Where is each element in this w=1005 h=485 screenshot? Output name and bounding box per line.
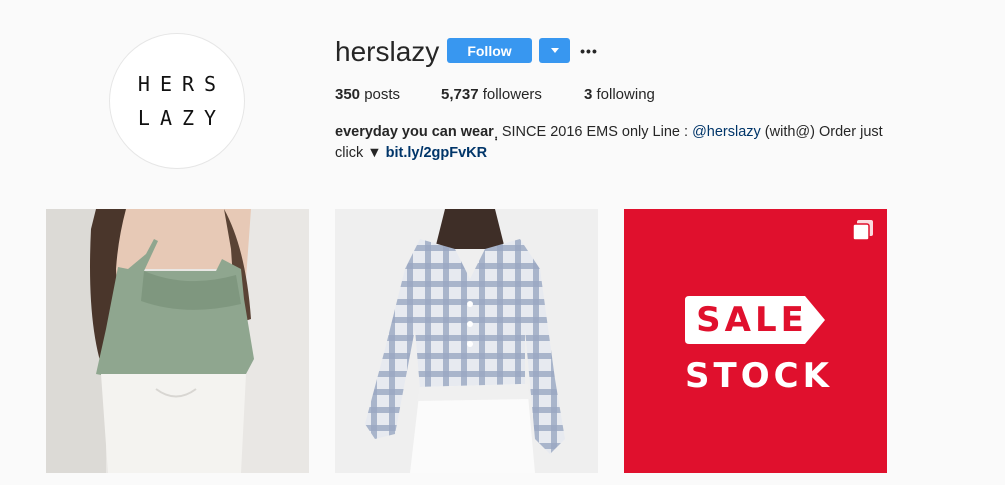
multi-photo-icon [852, 220, 873, 241]
bio-website-link[interactable]: bit.ly/2gpFvKR [386, 145, 488, 161]
followers-link[interactable]: 5,737 followers [441, 86, 542, 104]
sale-label: SALE [696, 300, 808, 340]
bio-mention-link[interactable]: @herslazy [692, 124, 761, 140]
suggested-dropdown-button[interactable] [539, 38, 570, 63]
follow-button[interactable]: Follow [447, 38, 532, 63]
posts-stat: 350 posts [335, 86, 400, 104]
ellipsis-icon: ••• [580, 42, 598, 59]
profile-username: herslazy [335, 36, 440, 67]
posts-label: posts [360, 86, 401, 103]
stock-label: STOCK [685, 356, 833, 396]
followers-count: 5,737 [441, 86, 479, 103]
post-thumbnail-1[interactable] [46, 209, 309, 473]
chevron-down-icon [550, 48, 559, 53]
post-thumbnail-2[interactable] [335, 209, 598, 473]
post-thumbnail-3[interactable]: SALE STOCK [624, 209, 887, 473]
following-link[interactable]: 3 following [584, 86, 655, 104]
plaid-top-photo [335, 209, 598, 473]
green-top-photo [46, 209, 309, 473]
avatar-logo-line1: HERS [137, 72, 227, 96]
profile-avatar[interactable]: HERS LAZY [109, 33, 245, 169]
profile-bio: everyday you can wear ฺฺ SINCE 2016 EMS … [335, 122, 905, 164]
profile-full-name: everyday you can wear [335, 124, 494, 140]
sale-tag: SALE [685, 296, 825, 344]
following-label: following [592, 86, 655, 103]
avatar-logo-line2: LAZY [137, 106, 227, 130]
followers-label: followers [478, 86, 542, 103]
posts-count: 350 [335, 86, 361, 103]
more-options-button[interactable]: ••• [578, 38, 600, 63]
bio-text-1: ฺฺ SINCE 2016 EMS only Line : [493, 124, 693, 140]
